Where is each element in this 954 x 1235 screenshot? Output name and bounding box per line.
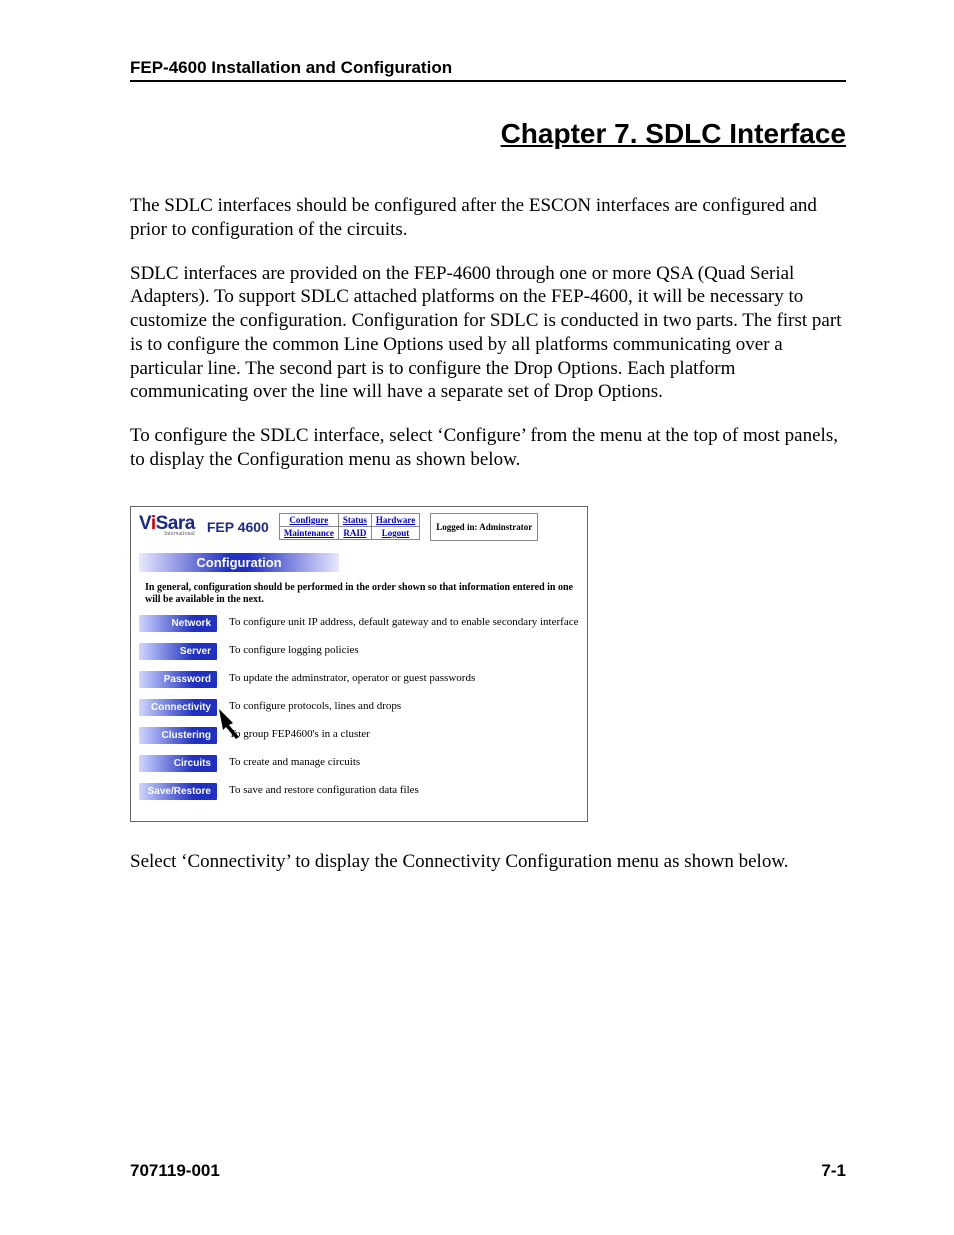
nav-menu: Configure Status Hardware Maintenance RA… — [279, 513, 420, 540]
configuration-banner: Configuration — [139, 553, 339, 572]
paragraph-3: To configure the SDLC interface, select … — [130, 424, 846, 472]
logo-subtext: International — [139, 532, 195, 537]
paragraph-2: SDLC interfaces are provided on the FEP-… — [130, 262, 846, 405]
configuration-note: In general, configuration should be perf… — [131, 580, 587, 615]
paragraph-1: The SDLC interfaces should be configured… — [130, 194, 846, 242]
nav-logout[interactable]: Logout — [382, 528, 410, 538]
server-desc: To configure logging policies — [229, 644, 359, 657]
nav-maintenance[interactable]: Maintenance — [284, 528, 334, 538]
config-row-network: Network To configure unit IP address, de… — [139, 615, 579, 632]
page-footer: 707119-001 7-1 — [130, 1161, 846, 1181]
circuits-button[interactable]: Circuits — [139, 755, 217, 772]
embedded-screenshot: ViSara International FEP 4600 Configure … — [130, 506, 588, 822]
server-button[interactable]: Server — [139, 643, 217, 660]
config-row-clustering: Clustering To group FEP4600's in a clust… — [139, 727, 579, 744]
config-row-password: Password To update the adminstrator, ope… — [139, 671, 579, 688]
password-button[interactable]: Password — [139, 671, 217, 688]
save-restore-desc: To save and restore configuration data f… — [229, 784, 419, 797]
network-desc: To configure unit IP address, default ga… — [229, 616, 578, 629]
paragraph-4: Select ‘Connectivity’ to display the Con… — [130, 850, 846, 874]
doc-number: 707119-001 — [130, 1161, 220, 1181]
connectivity-button[interactable]: Connectivity — [139, 699, 217, 716]
nav-status[interactable]: Status — [343, 515, 367, 525]
clustering-button[interactable]: Clustering — [139, 727, 217, 744]
visara-logo: ViSara International — [139, 516, 197, 536]
config-row-save-restore: Save/Restore To save and restore configu… — [139, 783, 579, 800]
save-restore-button[interactable]: Save/Restore — [139, 783, 217, 800]
config-row-server: Server To configure logging policies — [139, 643, 579, 660]
product-name: FEP 4600 — [207, 519, 269, 535]
circuits-desc: To create and manage circuits — [229, 756, 360, 769]
nav-hardware[interactable]: Hardware — [376, 515, 415, 525]
nav-raid[interactable]: RAID — [343, 528, 366, 538]
password-desc: To update the adminstrator, operator or … — [229, 672, 475, 685]
running-header: FEP-4600 Installation and Configuration — [130, 58, 846, 82]
chapter-title: Chapter 7. SDLC Interface — [130, 118, 846, 150]
nav-configure[interactable]: Configure — [289, 515, 328, 525]
clustering-desc: To group FEP4600's in a cluster — [229, 728, 370, 741]
connectivity-desc: To configure protocols, lines and drops — [229, 700, 401, 713]
config-row-connectivity: Connectivity To configure protocols, lin… — [139, 699, 579, 716]
embedded-header-bar: ViSara International FEP 4600 Configure … — [131, 507, 587, 545]
config-row-circuits: Circuits To create and manage circuits — [139, 755, 579, 772]
page-number: 7-1 — [821, 1161, 846, 1181]
configuration-menu: Network To configure unit IP address, de… — [131, 615, 587, 821]
network-button[interactable]: Network — [139, 615, 217, 632]
logged-in-status: Logged in: Adminstrator — [430, 513, 538, 541]
